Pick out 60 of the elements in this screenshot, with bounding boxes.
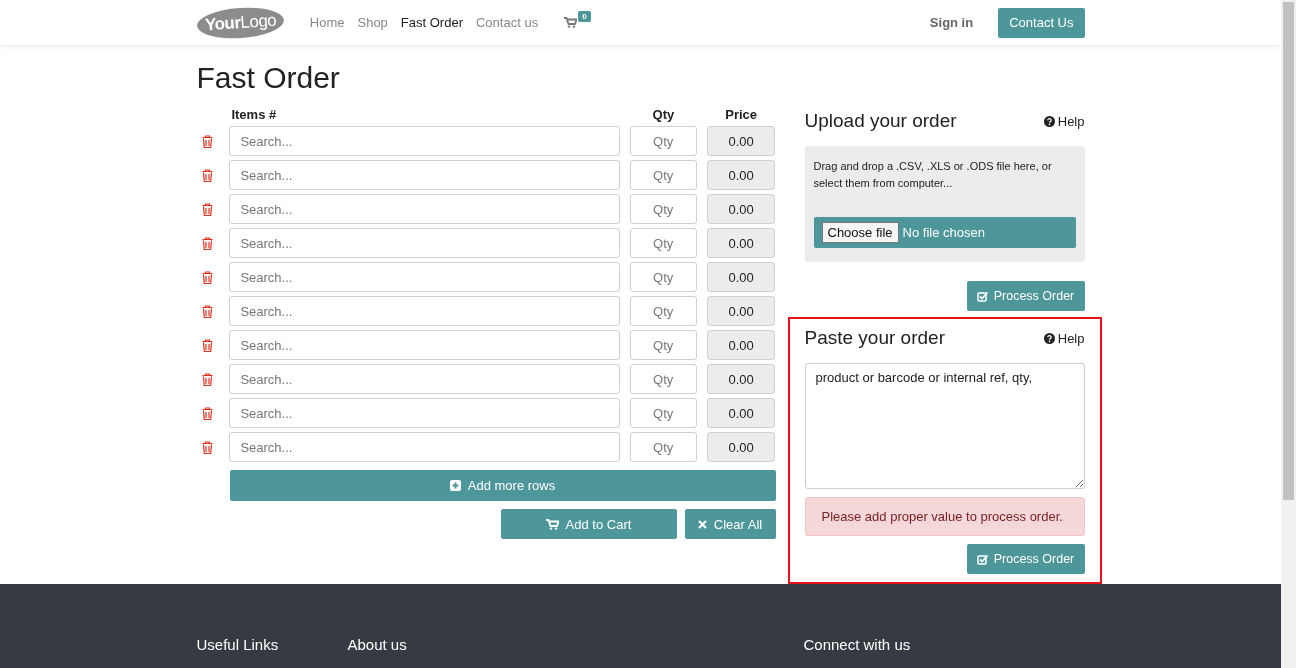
item-search-field[interactable]: Search... <box>229 398 620 428</box>
price-field: 0.00 <box>706 398 776 428</box>
order-text-area[interactable]: product or barcode or internal ref, qty, <box>804 363 1085 489</box>
cart-count-badge: 0 <box>578 11 591 22</box>
column-header: Price <box>724 106 759 122</box>
section-title: Paste your order <box>804 327 945 349</box>
qty-field[interactable]: Qty <box>629 126 697 156</box>
qty-field[interactable]: Qty <box>629 398 697 428</box>
qty-field[interactable]: Qty <box>629 228 697 258</box>
price-field: 0.00 <box>706 126 776 156</box>
nav-link[interactable]: Shop <box>357 15 388 30</box>
help-link[interactable]: Help <box>1043 113 1085 129</box>
price-field: 0.00 <box>706 262 776 292</box>
item-search-field[interactable]: Search... <box>229 160 620 190</box>
file-input[interactable]: Choose file No file chosen <box>813 217 1076 248</box>
file-status: No file chosen <box>902 225 985 240</box>
qty-field[interactable]: Qty <box>629 296 697 326</box>
item-search-field[interactable]: Search... <box>229 228 620 258</box>
footer-heading: Useful Links <box>196 636 280 653</box>
add-more-rows-button[interactable]: Add more rows <box>229 470 776 501</box>
item-search-field[interactable]: Search... <box>229 262 620 292</box>
price-field: 0.00 <box>706 160 776 190</box>
page-title: Fast Order <box>196 61 341 95</box>
qty-field[interactable]: Qty <box>629 160 697 190</box>
price-field: 0.00 <box>706 432 776 462</box>
item-search-field[interactable]: Search... <box>229 194 620 224</box>
price-field: 0.00 <box>706 330 776 360</box>
process-order-button[interactable]: Process Order <box>966 281 1085 311</box>
drop-zone[interactable]: Drag and drop a .CSV, .XLS or .ODS file here, or select them from computer... Choose file No file chosen <box>804 146 1085 262</box>
column-header: Qty <box>651 106 676 122</box>
qty-field[interactable]: Qty <box>629 194 697 224</box>
price-field: 0.00 <box>706 228 776 258</box>
help-link[interactable]: Help <box>1043 330 1085 346</box>
error-alert: Please add proper value to process order. <box>804 497 1085 536</box>
item-search-field[interactable]: Search... <box>229 432 620 462</box>
price-field: 0.00 <box>706 194 776 224</box>
add-to-cart-button[interactable]: Add to Cart <box>500 509 677 539</box>
sign-in-link[interactable]: Sign in <box>929 15 974 30</box>
item-search-field[interactable]: Search... <box>229 296 620 326</box>
section-title: Upload your order <box>804 110 957 132</box>
footer-heading: About us <box>347 636 408 653</box>
price-field: 0.00 <box>706 296 776 326</box>
qty-field[interactable]: Qty <box>629 432 697 462</box>
contact-us-button[interactable]: Contact Us <box>998 7 1085 38</box>
item-search-field[interactable]: Search... <box>229 364 620 394</box>
footer-heading: Connect with us <box>803 636 911 653</box>
drop-hint: Drag and drop a .CSV, .XLS or .ODS file here, or select them from computer... <box>813 159 1053 191</box>
process-order-button[interactable]: Process Order <box>966 544 1085 574</box>
clear-all-button[interactable]: Clear All <box>684 509 776 539</box>
column-header: Items # <box>230 106 278 122</box>
qty-field[interactable]: Qty <box>629 262 697 292</box>
item-search-field[interactable]: Search... <box>229 330 620 360</box>
nav-link[interactable]: Fast Order <box>400 15 463 30</box>
nav-link[interactable]: Home <box>309 15 345 30</box>
nav-link[interactable]: Contact us <box>476 15 539 30</box>
price-field: 0.00 <box>706 364 776 394</box>
item-search-field[interactable]: Search... <box>229 126 620 156</box>
qty-field[interactable]: Qty <box>629 364 697 394</box>
qty-field[interactable]: Qty <box>629 330 697 360</box>
choose-file-button[interactable]: Choose file <box>821 222 899 243</box>
